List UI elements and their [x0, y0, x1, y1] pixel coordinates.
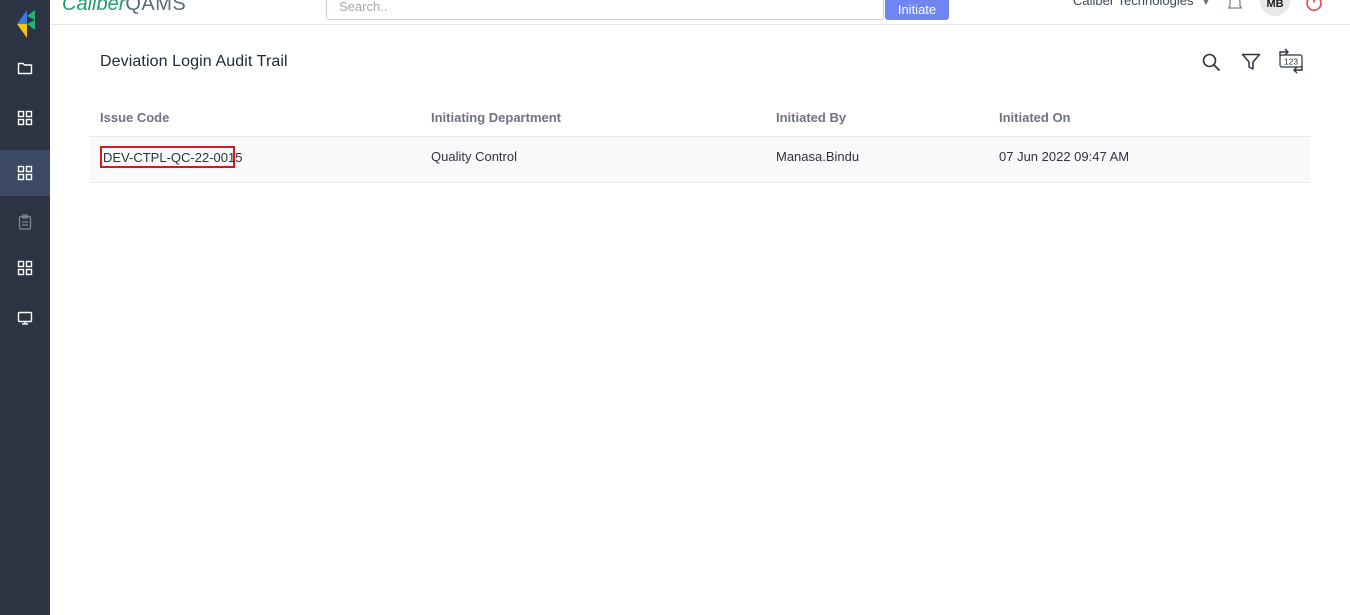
- counter-button[interactable]: 123: [1277, 47, 1305, 75]
- counter-icon: 123: [1279, 48, 1303, 74]
- app-logo-icon[interactable]: [15, 10, 37, 38]
- grid-icon: [17, 110, 33, 126]
- search-input[interactable]: [326, 0, 884, 20]
- folder-icon: [17, 62, 33, 75]
- search-button[interactable]: [1199, 50, 1223, 74]
- sidebar-item-monitor[interactable]: [0, 298, 50, 338]
- top-bar: CaliberQAMS Initiate Caliber Technologie…: [50, 0, 1350, 25]
- avatar[interactable]: MB: [1260, 0, 1290, 16]
- grid-icon: [17, 165, 33, 181]
- clipboard-icon: [18, 214, 32, 230]
- sidebar-item-modules-active[interactable]: [0, 150, 50, 196]
- monitor-icon: [17, 311, 33, 325]
- column-header-initiated-on[interactable]: Initiated On: [999, 110, 1071, 125]
- sidebar-item-dashboard[interactable]: [0, 98, 50, 138]
- sidebar-item-folder[interactable]: [0, 48, 50, 88]
- sidebar: [0, 0, 50, 615]
- grid-icon: [17, 260, 33, 276]
- column-header-initiated-by[interactable]: Initiated By: [776, 110, 846, 125]
- power-icon[interactable]: [1304, 0, 1324, 12]
- chevron-down-icon: ▼: [1201, 0, 1211, 7]
- issue-code-link[interactable]: DEV-CTPL-QC-22-0015: [100, 146, 242, 168]
- search-icon: [1202, 53, 1220, 71]
- organization-dropdown[interactable]: Caliber Technologies ▼: [1073, 0, 1210, 8]
- cell-initiating-department: Quality Control: [431, 149, 517, 164]
- organization-label: Caliber Technologies: [1073, 0, 1194, 8]
- filter-button[interactable]: [1239, 50, 1263, 74]
- brand-primary: Caliber: [62, 0, 126, 15]
- filter-icon: [1241, 53, 1261, 70]
- page-title: Deviation Login Audit Trail: [100, 53, 288, 70]
- bell-icon[interactable]: [1226, 0, 1244, 12]
- column-header-initiating-department[interactable]: Initiating Department: [431, 110, 561, 125]
- cell-initiated-by: Manasa.Bindu: [776, 149, 860, 164]
- brand-logo[interactable]: CaliberQAMS: [62, 0, 186, 16]
- sidebar-item-reports[interactable]: [0, 248, 50, 288]
- initiate-button[interactable]: Initiate: [885, 0, 949, 20]
- brand-secondary: QAMS: [125, 0, 187, 15]
- column-header-issue-code[interactable]: Issue Code: [100, 110, 169, 125]
- sidebar-item-tasks[interactable]: [0, 202, 50, 242]
- counter-label: 123: [1284, 57, 1298, 67]
- cell-initiated-on: 07 Jun 2022 09:47 AM: [999, 149, 1130, 164]
